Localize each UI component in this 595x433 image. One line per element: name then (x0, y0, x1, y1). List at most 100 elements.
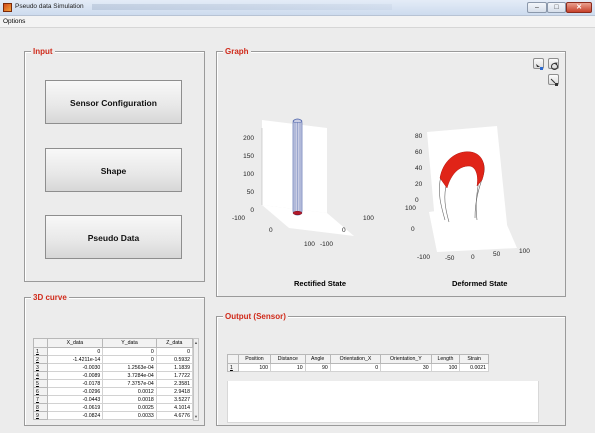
scroll-down-icon[interactable]: ▼ (194, 414, 198, 419)
rectified-y-tick: -100 (320, 241, 333, 248)
table-row[interactable]: 5 -0.0178 7.3757e-04 2.3581 (33, 379, 194, 388)
column-header: Strain (459, 354, 489, 364)
table-cell[interactable]: 1.1839 (155, 363, 194, 372)
table-cell[interactable]: 3.5227 (155, 395, 194, 404)
rectified-y-tick: 100 (363, 215, 374, 222)
row-number[interactable]: 6 (33, 387, 48, 396)
table-cell[interactable]: 0.0012 (102, 387, 157, 396)
table-row[interactable]: 9 -0.0824 0.0033 4.6776 (33, 411, 194, 420)
pseudo-data-button[interactable]: Pseudo Data (45, 215, 182, 259)
table-cell[interactable]: 0 (155, 347, 194, 356)
table-cell[interactable]: -0.0089 (46, 371, 104, 380)
row-number[interactable]: 5 (33, 379, 48, 388)
column-header: Y_data (102, 338, 157, 348)
row-number[interactable]: 3 (33, 363, 48, 372)
graph-panel: Graph 200 150 100 50 0 -100 0 100 -100 0… (216, 47, 566, 297)
table-cell[interactable]: 0.0033 (102, 411, 157, 420)
rectified-z-tick: 0 (250, 207, 254, 214)
rotate-icon[interactable] (548, 58, 559, 70)
table-cell[interactable]: 1.2563e-04 (102, 363, 157, 372)
close-button[interactable]: ✕ (566, 2, 592, 13)
curve-table-header: X_data Y_data Z_data (33, 338, 194, 348)
table-cell[interactable]: -0.0030 (46, 363, 104, 372)
deformed-bottom-tick: -50 (445, 255, 455, 262)
deformed-z-tick: 80 (415, 133, 423, 140)
rectified-state-plot[interactable]: 200 150 100 50 0 -100 0 100 -100 0 100 (229, 114, 379, 284)
table-row[interactable]: 3 -0.0030 1.2563e-04 1.1839 (33, 363, 194, 372)
sensor-configuration-button[interactable]: Sensor Configuration (45, 80, 182, 124)
table-row[interactable]: 8 -0.0619 0.0025 4.1014 (33, 403, 194, 412)
table-cell[interactable]: -0.0443 (46, 395, 104, 404)
table-cell[interactable]: 100 (237, 363, 272, 372)
deformed-z-tick: 0 (415, 197, 419, 204)
data-cursor-icon[interactable] (548, 74, 559, 86)
row-number[interactable]: 4 (33, 371, 48, 380)
column-header: Orientation_X (329, 354, 382, 364)
rectified-state-caption: Rectified State (294, 279, 347, 288)
deformed-left-tick: 100 (405, 205, 416, 212)
table-cell[interactable]: 100 (430, 363, 461, 372)
scroll-up-icon[interactable]: ▲ (194, 340, 198, 345)
table-cell[interactable]: 0 (46, 347, 104, 356)
output-panel-title: Output (Sensor) (223, 312, 288, 321)
curve-table-body: 1 0 0 0 2 -1.4211e-14 0 0.5932 3 -0.0030 1.2563e-0… (33, 347, 194, 420)
column-header (227, 354, 239, 364)
table-cell[interactable]: -0.0178 (46, 379, 104, 388)
curve-panel: 3D curve X_data Y_data Z_data 1 0 0 0 2 -1.4211… (24, 293, 205, 426)
table-cell[interactable]: 0 (329, 363, 382, 372)
title-bar-background (92, 4, 392, 10)
table-cell[interactable]: 2.9418 (155, 387, 194, 396)
maximize-button[interactable]: □ (547, 2, 566, 13)
table-cell[interactable]: -0.0296 (46, 387, 104, 396)
deformed-state-plot[interactable]: 80 60 40 20 0 100 0 -100 -50 0 50 100 (389, 114, 539, 284)
table-cell[interactable]: 7.3757e-04 (102, 379, 157, 388)
table-cell[interactable]: 0.0018 (102, 395, 157, 404)
zoom-icon[interactable] (533, 58, 544, 70)
table-row[interactable]: 7 -0.0443 0.0018 3.5227 (33, 395, 194, 404)
table-cell[interactable]: 0.0025 (102, 403, 157, 412)
row-number[interactable]: 9 (33, 411, 48, 420)
table-cell[interactable]: 2.3581 (155, 379, 194, 388)
table-cell[interactable]: -1.4211e-14 (46, 355, 104, 364)
curve-table-scrollbar[interactable]: ▲ ▼ (193, 338, 199, 421)
deformed-z-tick: 20 (415, 181, 423, 188)
shape-button[interactable]: Shape (45, 148, 182, 192)
table-cell[interactable]: 0 (102, 355, 157, 364)
deformed-z-tick: 40 (415, 165, 423, 172)
rectified-x-tick: -100 (232, 215, 245, 222)
table-cell[interactable]: 90 (304, 363, 331, 372)
column-header: Angle (304, 354, 331, 364)
deformed-bottom-tick: 50 (493, 251, 501, 258)
table-cell[interactable]: 4.6776 (155, 411, 194, 420)
table-cell[interactable]: 30 (380, 363, 432, 372)
minimize-button[interactable]: – (527, 2, 547, 13)
row-number[interactable]: 1 (33, 347, 48, 356)
row-number[interactable]: 2 (33, 355, 48, 364)
column-header: Orientation_Y (380, 354, 432, 364)
table-cell[interactable]: 0.5932 (155, 355, 194, 364)
deformed-state-caption: Deformed State (452, 279, 508, 288)
table-row[interactable]: 6 -0.0296 0.0012 2.9418 (33, 387, 194, 396)
table-cell[interactable]: 10 (270, 363, 306, 372)
table-cell[interactable]: 4.1014 (155, 403, 194, 412)
curve-table[interactable]: X_data Y_data Z_data 1 0 0 0 2 -1.4211e-14 0 0.59… (33, 338, 194, 420)
row-number[interactable]: 7 (33, 395, 48, 404)
rectified-y-tick: 0 (342, 227, 346, 234)
menu-options[interactable]: Options (3, 18, 25, 25)
table-cell[interactable]: 1.7722 (155, 371, 194, 380)
deformed-bottom-tick: 100 (519, 248, 530, 255)
table-row[interactable]: 1000 (33, 347, 194, 356)
row-number[interactable]: 8 (33, 403, 48, 412)
table-row[interactable]: 1 100 10 90 0 30 100 0.0021 (227, 363, 489, 372)
table-cell[interactable]: 0 (102, 347, 157, 356)
table-cell[interactable]: 3.7284e-04 (102, 371, 157, 380)
deformed-left-tick: 0 (411, 226, 415, 233)
row-number[interactable]: 1 (227, 363, 239, 372)
table-cell[interactable]: 0.0021 (459, 363, 489, 372)
table-row[interactable]: 2 -1.4211e-14 0 0.5932 (33, 355, 194, 364)
table-cell[interactable]: -0.0619 (46, 403, 104, 412)
output-table[interactable]: Position Distance Angle Orientation_X Orient… (227, 354, 489, 372)
deformed-z-tick: 60 (415, 149, 423, 156)
table-row[interactable]: 4 -0.0089 3.7284e-04 1.7722 (33, 371, 194, 380)
table-cell[interactable]: -0.0824 (46, 411, 104, 420)
